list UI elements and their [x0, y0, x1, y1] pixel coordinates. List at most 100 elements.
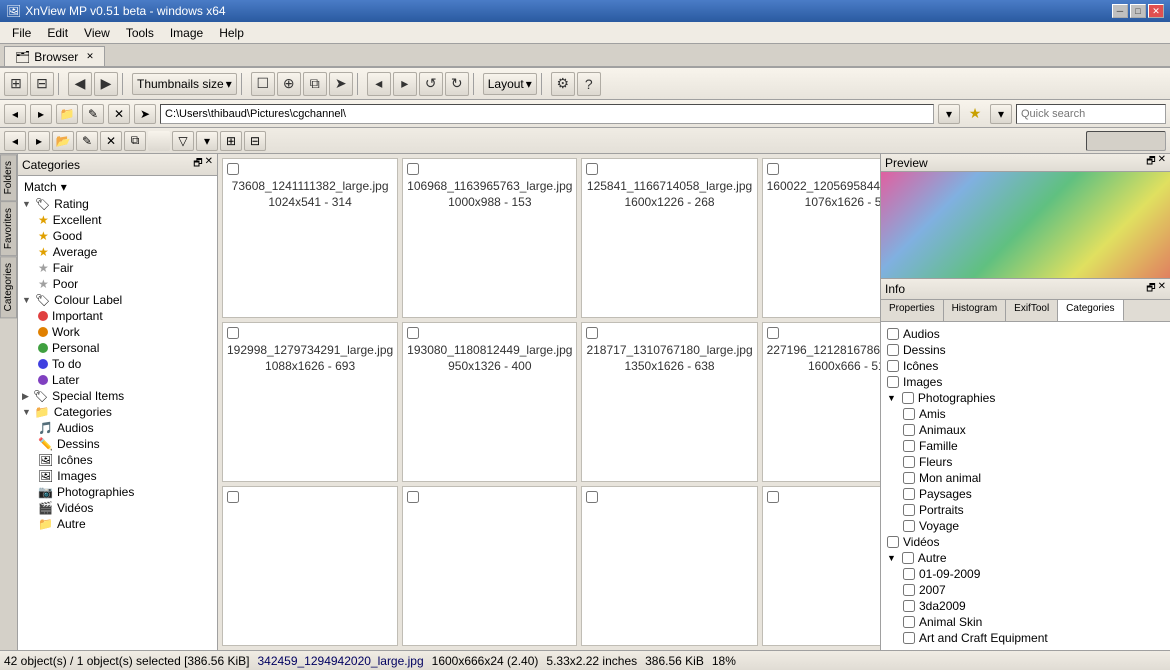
info-tab-categories[interactable]: Categories — [1058, 300, 1123, 321]
info-cat-monanimal-cb[interactable] — [903, 472, 915, 484]
menu-file[interactable]: File — [4, 24, 39, 42]
tree-item-later[interactable]: Later — [36, 372, 215, 388]
minimize-button[interactable]: ─ — [1112, 4, 1128, 18]
toolbar-grid-btn[interactable]: ⊟ — [30, 72, 54, 96]
categories-restore-icon[interactable]: 🗗 — [193, 156, 202, 173]
tree-item-images[interactable]: 🖼 Images — [36, 468, 215, 484]
thumbnails-size-dropdown[interactable]: Thumbnails size ▾ — [132, 73, 237, 95]
thumb-item-12[interactable] — [762, 486, 880, 646]
info-cat-animaux-cb[interactable] — [903, 424, 915, 436]
thumb-item-5[interactable]: 192998_1279734291_large.jpg 1088x1626 - … — [222, 322, 398, 482]
match-dropdown[interactable]: ▾ — [61, 180, 67, 194]
filter-copy-btn[interactable]: ⧉ — [124, 131, 146, 151]
thumb-checkbox-5[interactable] — [227, 327, 239, 339]
tree-item-good[interactable]: ★ Good — [36, 228, 215, 244]
thumb-checkbox-10[interactable] — [407, 491, 419, 503]
info-tab-exiftool[interactable]: ExifTool — [1006, 300, 1058, 321]
thumb-item-6[interactable]: 193080_1180812449_large.jpg 950x1326 - 4… — [402, 322, 577, 482]
close-button[interactable]: ✕ — [1148, 4, 1164, 18]
tree-item-icones[interactable]: 🖼 Icônes — [36, 452, 215, 468]
thumb-checkbox-8[interactable] — [767, 327, 779, 339]
tree-item-dessins[interactable]: ✏️ Dessins — [36, 436, 215, 452]
info-cat-01092009-cb[interactable] — [903, 568, 915, 580]
tree-item-todo[interactable]: To do — [36, 356, 215, 372]
toolbar-refresh2-btn[interactable]: ↻ — [445, 72, 469, 96]
toolbar-sort-btn[interactable]: ⊕ — [277, 72, 301, 96]
path-input[interactable] — [160, 104, 934, 124]
filter-grid-btn[interactable]: ⊞ — [220, 131, 242, 151]
vert-tab-favorites[interactable]: Favorites — [0, 201, 17, 256]
thumb-checkbox-6[interactable] — [407, 327, 419, 339]
tree-item-poor[interactable]: ★ Poor — [36, 276, 215, 292]
filter-prev-btn[interactable]: ◂ — [4, 131, 26, 151]
thumb-item-10[interactable] — [402, 486, 577, 646]
tree-item-personal[interactable]: Personal — [36, 340, 215, 356]
tree-item-colour-expand[interactable]: ▼ 🏷 Colour Label — [20, 292, 215, 308]
filter-arrow-btn[interactable]: ▾ — [196, 131, 218, 151]
info-cat-portraits-cb[interactable] — [903, 504, 915, 516]
tree-item-autre[interactable]: 📁 Autre — [36, 516, 215, 532]
tab-browser[interactable]: 🗂 Browser ✕ — [4, 46, 105, 66]
addr-back-btn[interactable]: ◂ — [4, 104, 26, 124]
info-cat-amis-cb[interactable] — [903, 408, 915, 420]
vert-tab-categories[interactable]: Categories — [0, 256, 17, 318]
info-cat-photo-checkbox[interactable] — [902, 392, 914, 404]
categories-close-icon[interactable]: ✕ — [205, 156, 213, 173]
tree-item-audios[interactable]: 🎵 Audios — [36, 420, 215, 436]
toolbar-select-btn[interactable]: ☐ — [251, 72, 275, 96]
maximize-button[interactable]: □ — [1130, 4, 1146, 18]
thumb-item-11[interactable] — [581, 486, 757, 646]
info-cat-autre[interactable]: ▼ Autre — [885, 550, 1166, 566]
tree-item-excellent[interactable]: ★ Excellent — [36, 212, 215, 228]
info-tab-histogram[interactable]: Histogram — [944, 300, 1007, 321]
toolbar-refresh-btn[interactable]: ↺ — [419, 72, 443, 96]
info-cat-fleurs-cb[interactable] — [903, 456, 915, 468]
menu-tools[interactable]: Tools — [118, 24, 162, 42]
filter-grid2-btn[interactable]: ⊟ — [244, 131, 266, 151]
info-cat-dessins-checkbox[interactable] — [887, 344, 899, 356]
filter-new-btn[interactable]: 📂 — [52, 131, 74, 151]
filter-next-btn[interactable]: ▸ — [28, 131, 50, 151]
info-cat-paysages-cb[interactable] — [903, 488, 915, 500]
search-input[interactable] — [1016, 104, 1166, 124]
thumb-checkbox-2[interactable] — [407, 163, 419, 175]
toolbar-forward-btn[interactable]: ▶ — [94, 72, 118, 96]
thumb-checkbox-3[interactable] — [586, 163, 598, 175]
info-cat-audios-checkbox[interactable] — [887, 328, 899, 340]
thumb-item-3[interactable]: 125841_1166714058_large.jpg 1600x1226 - … — [581, 158, 757, 318]
thumb-item-4[interactable]: 160022_1205695844_large.jpg 1076x1626 - … — [762, 158, 880, 318]
toolbar-settings-btn[interactable]: ⚙ — [551, 72, 575, 96]
toolbar-move-btn[interactable]: ➤ — [329, 72, 353, 96]
vert-tab-folders[interactable]: Folders — [0, 154, 17, 201]
info-restore-icon[interactable]: 🗗 — [1146, 281, 1155, 298]
addr-dropdown-btn[interactable]: ▾ — [938, 104, 960, 124]
thumb-checkbox-1[interactable] — [227, 163, 239, 175]
thumb-checkbox-9[interactable] — [227, 491, 239, 503]
menu-help[interactable]: Help — [211, 24, 252, 42]
tree-item-categories-expand[interactable]: ▼ 📁 Categories — [20, 404, 215, 420]
preview-restore-icon[interactable]: 🗗 — [1146, 154, 1155, 171]
info-cat-2007-cb[interactable] — [903, 584, 915, 596]
info-cat-images-checkbox[interactable] — [887, 376, 899, 388]
filter-filter-btn[interactable]: ▽ — [172, 131, 194, 151]
addr-edit-btn[interactable]: ✎ — [82, 104, 104, 124]
info-cat-photographies[interactable]: ▼ Photographies — [885, 390, 1166, 406]
filter-delete-btn[interactable]: ✕ — [100, 131, 122, 151]
thumb-item-7[interactable]: 218717_1310767180_large.jpg 1350x1626 - … — [581, 322, 757, 482]
tree-item-photographies[interactable]: 📷 Photographies — [36, 484, 215, 500]
tree-item-important[interactable]: Important — [36, 308, 215, 324]
info-cat-animalskin-cb[interactable] — [903, 616, 915, 628]
tree-item-fair[interactable]: ★ Fair — [36, 260, 215, 276]
info-close-icon[interactable]: ✕ — [1158, 281, 1166, 298]
menu-view[interactable]: View — [76, 24, 118, 42]
toolbar-next-btn[interactable]: ▸ — [393, 72, 417, 96]
thumb-item-9[interactable] — [222, 486, 398, 646]
thumb-item-8[interactable]: 227196_1212816786_large.jpg 1600x666 - 5… — [762, 322, 880, 482]
thumb-item-2[interactable]: 106968_1163965763_large.jpg 1000x988 - 1… — [402, 158, 577, 318]
bookmark-star-icon[interactable]: ★ — [964, 104, 986, 124]
info-cat-icones-checkbox[interactable] — [887, 360, 899, 372]
toolbar-prev-btn[interactable]: ◂ — [367, 72, 391, 96]
toolbar-view-btn[interactable]: ⊞ — [4, 72, 28, 96]
tree-item-average[interactable]: ★ Average — [36, 244, 215, 260]
tree-item-special[interactable]: ▶ 🏷 Special Items — [20, 388, 215, 404]
